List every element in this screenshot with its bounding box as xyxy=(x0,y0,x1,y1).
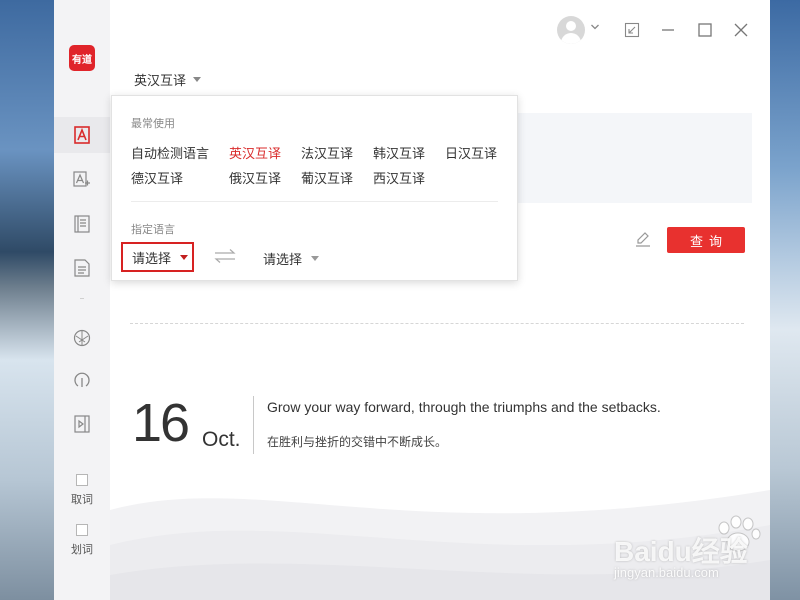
daily-month: Oct. xyxy=(202,428,241,451)
close-button[interactable] xyxy=(731,20,751,40)
dropdown-divider xyxy=(131,201,498,202)
lang-option-ko-zh[interactable]: 韩汉互译 xyxy=(373,143,425,162)
video-icon xyxy=(74,415,90,433)
language-dropdown: 最常使用 自动检测语言 英汉互译 法汉互译 韩汉互译 日汉互译 德汉互译 俄汉互… xyxy=(111,95,518,281)
query-button[interactable]: 查询 xyxy=(667,227,745,253)
nav-sync[interactable] xyxy=(54,362,110,398)
image-translate-icon xyxy=(73,171,90,187)
avatar-body xyxy=(561,33,581,44)
tool-select-word[interactable]: 划词 xyxy=(54,524,110,557)
nav-lens[interactable] xyxy=(54,320,110,356)
minimize-button[interactable] xyxy=(658,20,678,40)
sync-icon xyxy=(74,372,90,387)
desktop-background-right xyxy=(770,0,800,600)
shrink-button[interactable] xyxy=(622,20,642,40)
lang-option-de-zh[interactable]: 德汉互译 xyxy=(131,168,183,187)
sidebar-divider xyxy=(80,298,84,299)
nav-document[interactable] xyxy=(54,250,110,286)
avatar-head xyxy=(566,21,576,31)
source-language-label: 请选择 xyxy=(132,251,172,267)
watermark-brand: Baidu经验 xyxy=(614,536,748,567)
nav-video[interactable] xyxy=(54,406,110,442)
daily-divider xyxy=(253,396,254,454)
maximize-icon xyxy=(698,23,712,37)
caret-down-icon xyxy=(311,256,320,261)
source-language-select[interactable]: 请选择 xyxy=(121,242,194,272)
lang-option-ru-zh[interactable]: 俄汉互译 xyxy=(229,168,281,187)
lang-option-ja-zh[interactable]: 日汉互译 xyxy=(445,143,497,162)
language-mode-select[interactable]: 英汉互译 xyxy=(134,70,202,89)
nav-image-translate[interactable] xyxy=(54,162,110,198)
dictionary-app-window: 有道 取词 划词 英汉互译 查询 16 Oct. Grow your way f… xyxy=(54,0,770,600)
daily-sentence-en: Grow your way forward, through the trium… xyxy=(267,399,661,415)
desktop-background-left xyxy=(0,0,54,600)
select-word-checkbox[interactable] xyxy=(76,524,88,536)
nav-translate[interactable] xyxy=(54,117,110,153)
app-logo: 有道 xyxy=(69,45,95,71)
daily-day: 16 xyxy=(132,393,190,453)
translate-icon xyxy=(74,126,90,144)
lang-option-es-zh[interactable]: 西汉互译 xyxy=(373,168,425,187)
target-language-label: 请选择 xyxy=(263,253,303,268)
watermark-url: jingyan.baidu.com xyxy=(614,565,719,580)
caret-down-icon xyxy=(193,77,202,82)
edit-icon[interactable] xyxy=(634,230,652,248)
lang-option-en-zh[interactable]: 英汉互译 xyxy=(229,143,281,162)
select-word-label: 划词 xyxy=(71,543,93,556)
lang-option-fr-zh[interactable]: 法汉互译 xyxy=(301,143,353,162)
lang-option-pt-zh[interactable]: 葡汉互译 xyxy=(301,168,353,187)
nav-wordbook[interactable] xyxy=(54,206,110,242)
daily-sentence-zh: 在胜利与挫折的交错中不断成长。 xyxy=(267,435,448,449)
wordbook-icon xyxy=(74,215,90,233)
language-mode-label: 英汉互译 xyxy=(134,74,187,89)
minimize-icon xyxy=(662,29,674,31)
target-language-select[interactable]: 请选择 xyxy=(263,249,320,268)
capture-word-label: 取词 xyxy=(71,493,93,506)
capture-word-checkbox[interactable] xyxy=(76,474,88,486)
caret-down-icon xyxy=(180,254,189,260)
document-icon xyxy=(74,259,90,277)
recent-heading: 最常使用 xyxy=(131,117,175,130)
sidebar: 有道 取词 划词 xyxy=(54,0,110,600)
lang-option-auto[interactable]: 自动检测语言 xyxy=(131,143,209,162)
maximize-button[interactable] xyxy=(695,20,715,40)
close-icon xyxy=(734,23,748,37)
swap-icon[interactable] xyxy=(214,248,236,264)
divider xyxy=(130,323,744,324)
shrink-icon xyxy=(624,22,640,38)
specify-heading: 指定语言 xyxy=(131,223,175,236)
chevron-down-icon[interactable] xyxy=(590,22,600,32)
tool-capture-word[interactable]: 取词 xyxy=(54,474,110,507)
avatar-icon[interactable] xyxy=(557,16,585,44)
lens-icon xyxy=(73,329,91,347)
